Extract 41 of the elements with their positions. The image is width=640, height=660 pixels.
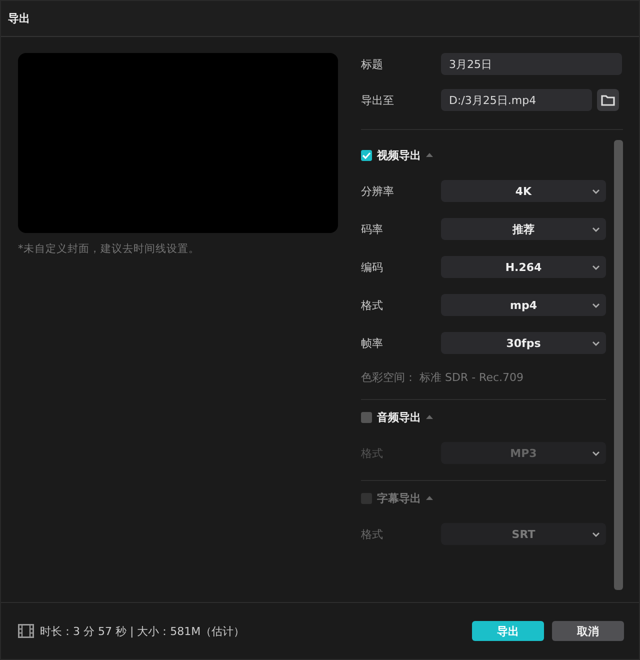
dropdown[interactable]: H.264 bbox=[441, 256, 606, 278]
chevron-down-icon bbox=[592, 303, 600, 308]
section-title: 字幕导出 bbox=[377, 490, 421, 506]
folder-button[interactable] bbox=[597, 89, 619, 111]
field-label: 导出至 bbox=[361, 92, 395, 108]
field-label: 格式 bbox=[361, 446, 384, 460]
field-label: 格式 bbox=[361, 526, 384, 542]
dropdown[interactable]: 30fps bbox=[441, 332, 606, 354]
caret-up-icon bbox=[426, 415, 433, 419]
film-icon bbox=[18, 624, 34, 638]
field-label: 标题 bbox=[361, 56, 384, 72]
dropdown[interactable]: 4K bbox=[441, 180, 606, 202]
checkbox[interactable] bbox=[361, 412, 372, 422]
folder-icon bbox=[601, 94, 615, 106]
chevron-down-icon bbox=[592, 532, 600, 537]
field-label: 格式 bbox=[361, 298, 384, 312]
chevron-down-icon bbox=[592, 451, 600, 456]
scrollbar[interactable] bbox=[614, 140, 623, 590]
cover-note: *未自定义封面，建议去时间线设置。 bbox=[18, 242, 200, 256]
checkbox[interactable] bbox=[361, 150, 372, 160]
export-info: 时长：3 分 57 秒 | 大小：581M（估计） bbox=[40, 624, 245, 638]
field-label: 帧率 bbox=[361, 336, 384, 350]
caret-up-icon bbox=[426, 496, 433, 500]
title-field[interactable]: 3月25日 bbox=[441, 53, 622, 75]
chevron-down-icon bbox=[592, 227, 600, 232]
field-label: 编码 bbox=[361, 260, 384, 274]
section-title: 音频导出 bbox=[377, 410, 421, 424]
field-label: 分辨率 bbox=[361, 184, 395, 198]
color-space-note: 色彩空间： 标准 SDR - Rec.709 bbox=[361, 370, 525, 385]
section-title: 视频导出 bbox=[377, 148, 421, 162]
cancel-button[interactable]: 取消 bbox=[552, 621, 624, 641]
check-icon bbox=[362, 152, 371, 158]
dropdown[interactable]: 推荐 bbox=[441, 218, 606, 240]
field-label: 码率 bbox=[361, 222, 384, 236]
chevron-down-icon bbox=[592, 189, 600, 194]
path-field[interactable]: D:/3月25日.mp4 bbox=[441, 89, 592, 111]
caret-up-icon bbox=[426, 153, 433, 157]
dropdown[interactable]: mp4 bbox=[441, 294, 606, 316]
chevron-down-icon bbox=[592, 341, 600, 346]
window-title: 导出 bbox=[8, 11, 30, 26]
chevron-down-icon bbox=[592, 265, 600, 270]
